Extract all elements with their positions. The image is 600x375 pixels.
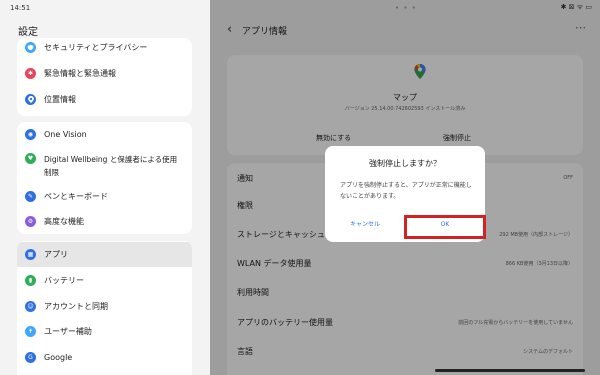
- settings-item-label: Digital Wellbeing と保護者による使用制限: [44, 155, 178, 177]
- settings-item-label: ペンとキーボード: [44, 192, 108, 201]
- settings-item-one-vision[interactable]: ◉ One Vision: [17, 129, 192, 140]
- settings-item-pen-keyboard[interactable]: ✎ ペンとキーボード: [17, 191, 192, 202]
- ok-button-highlight: [404, 215, 486, 239]
- dialog-message: アプリを強制停止すると、アプリが正常に機能しないことがあります。: [340, 182, 472, 200]
- asterisk-icon: ✱: [25, 68, 36, 79]
- settings-item-label: アプリ: [44, 250, 68, 259]
- accessibility-icon: ✝: [25, 326, 36, 337]
- settings-group-system: ▦ アプリ ▮ バッテリー ☺ アカウントと同期 ✝ ユーザー補助 G Goog…: [17, 241, 192, 375]
- settings-item-label: バッテリー: [44, 276, 84, 285]
- google-icon: G: [25, 352, 36, 363]
- settings-item-label: ユーザー補助: [44, 327, 92, 336]
- settings-item-battery[interactable]: ▮ バッテリー: [17, 275, 192, 286]
- settings-item-accessibility[interactable]: ✝ ユーザー補助: [17, 326, 192, 337]
- wellbeing-icon: ♥: [25, 153, 36, 164]
- pen-icon: ✎: [25, 191, 36, 202]
- location-pin-icon: [25, 94, 36, 105]
- app-info-pane: • • • ✱ ⊠ ᯤ ▭ ‹ アプリ情報 ⋯ マップ バージョン 25.14.…: [210, 0, 600, 375]
- vision-icon: ◉: [25, 129, 36, 140]
- settings-group-features: ◉ One Vision ♥ Digital Wellbeing と保護者による…: [17, 122, 192, 234]
- home-indicator[interactable]: [435, 369, 585, 372]
- settings-title: 設定: [18, 27, 38, 38]
- settings-item-label: One Vision: [44, 130, 87, 139]
- settings-group-privacy: セキュリティとプライバシー ✱ 緊急情報と緊急通報 位置情報: [17, 38, 192, 116]
- account-icon: ☺: [25, 301, 36, 312]
- cancel-button[interactable]: キャンセル: [325, 213, 405, 237]
- shield-icon: [25, 42, 36, 53]
- battery-icon: ▮: [25, 275, 36, 286]
- settings-pane: 14:51 設定 セキュリティとプライバシー ✱ 緊急情報と緊急通報 位置情報 …: [0, 0, 210, 375]
- settings-item-apps[interactable]: ▦ アプリ: [17, 242, 192, 267]
- status-time: 14:51: [10, 4, 31, 12]
- settings-item-location[interactable]: 位置情報: [17, 94, 192, 105]
- dialog-title: 強制停止しますか？: [369, 159, 441, 168]
- settings-item-label: セキュリティとプライバシー: [44, 43, 148, 52]
- settings-item-advanced[interactable]: ⚙ 高度な機能: [17, 216, 192, 227]
- settings-item-security[interactable]: セキュリティとプライバシー: [17, 42, 192, 53]
- settings-item-label: アカウントと同期: [44, 302, 108, 311]
- settings-item-accounts[interactable]: ☺ アカウントと同期: [17, 301, 192, 312]
- settings-item-label: 高度な機能: [44, 217, 84, 226]
- settings-item-label: 緊急情報と緊急通報: [44, 69, 116, 78]
- gear-icon: ⚙: [25, 216, 36, 227]
- settings-item-label: 位置情報: [44, 95, 76, 104]
- settings-item-google[interactable]: G Google: [17, 352, 192, 363]
- settings-item-emergency[interactable]: ✱ 緊急情報と緊急通報: [17, 68, 192, 79]
- apps-grid-icon: ▦: [25, 249, 36, 260]
- settings-item-digital-wellbeing[interactable]: ♥ Digital Wellbeing と保護者による使用制限: [17, 153, 184, 179]
- settings-item-label: Google: [44, 353, 73, 362]
